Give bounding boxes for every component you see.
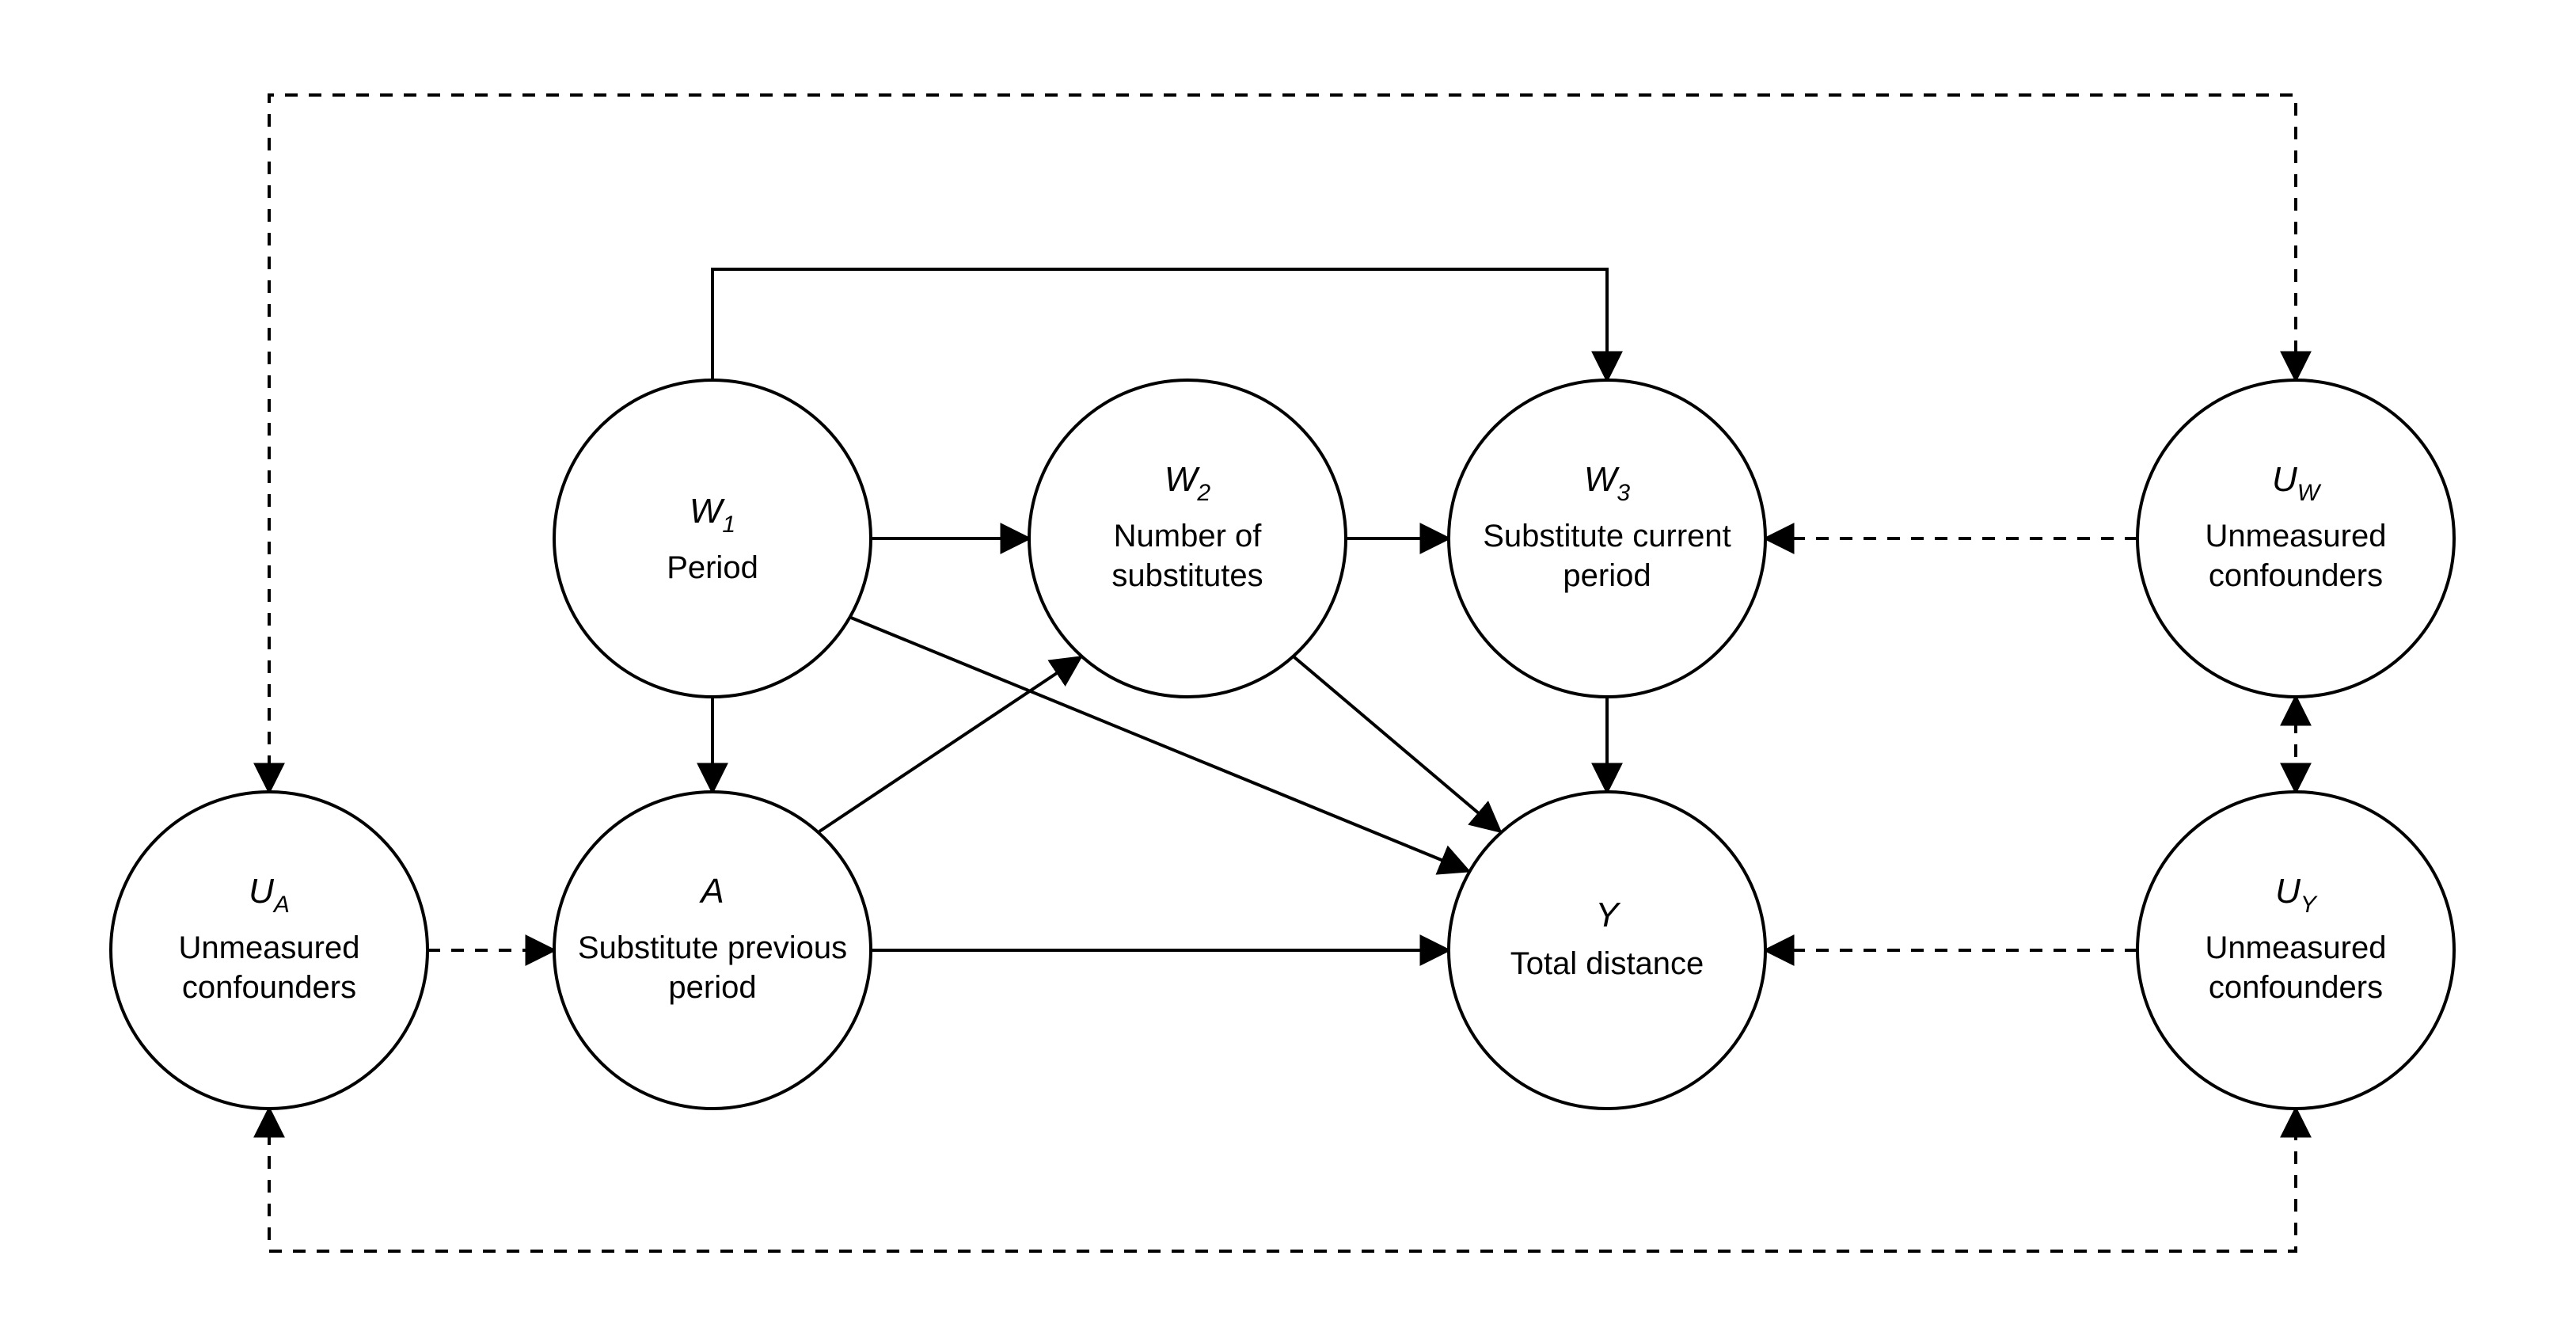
svg-text:Substitute current: Substitute current [1483, 519, 1731, 554]
edge-W2-Y [1294, 657, 1500, 831]
svg-text:confounders: confounders [182, 970, 356, 1005]
svg-text:Period: Period [667, 550, 758, 585]
dag-diagram: UA Unmeasured confounders A Substitute p… [0, 0, 2576, 1343]
edge-A-W2 [819, 657, 1081, 831]
svg-text:confounders: confounders [2209, 970, 2383, 1005]
svg-text:Total distance: Total distance [1510, 946, 1704, 981]
node-A: A Substitute previous period [554, 792, 871, 1109]
node-UY: UY Unmeasured confounders [2137, 792, 2454, 1109]
svg-text:Y: Y [1595, 896, 1620, 934]
svg-text:period: period [668, 970, 756, 1005]
node-W3: W3 Substitute current period [1449, 380, 1765, 697]
node-Y: Y Total distance [1449, 792, 1765, 1109]
node-W2: W2 Number of substitutes [1029, 380, 1346, 697]
svg-text:Unmeasured: Unmeasured [2205, 519, 2386, 554]
node-UW: UW Unmeasured confounders [2137, 380, 2454, 697]
edge-UA-UY [269, 1109, 2296, 1251]
node-UA: UA Unmeasured confounders [111, 792, 427, 1109]
svg-text:A: A [698, 872, 724, 911]
node-W1: W1 Period [554, 380, 871, 697]
svg-text:confounders: confounders [2209, 558, 2383, 593]
svg-text:period: period [1563, 558, 1651, 593]
svg-text:Number of: Number of [1114, 519, 1263, 554]
svg-text:substitutes: substitutes [1111, 558, 1263, 593]
svg-text:Substitute previous: Substitute previous [578, 930, 847, 965]
svg-text:Unmeasured: Unmeasured [2205, 930, 2386, 965]
svg-text:Unmeasured: Unmeasured [178, 930, 359, 965]
edge-W1-W3 [712, 269, 1607, 380]
